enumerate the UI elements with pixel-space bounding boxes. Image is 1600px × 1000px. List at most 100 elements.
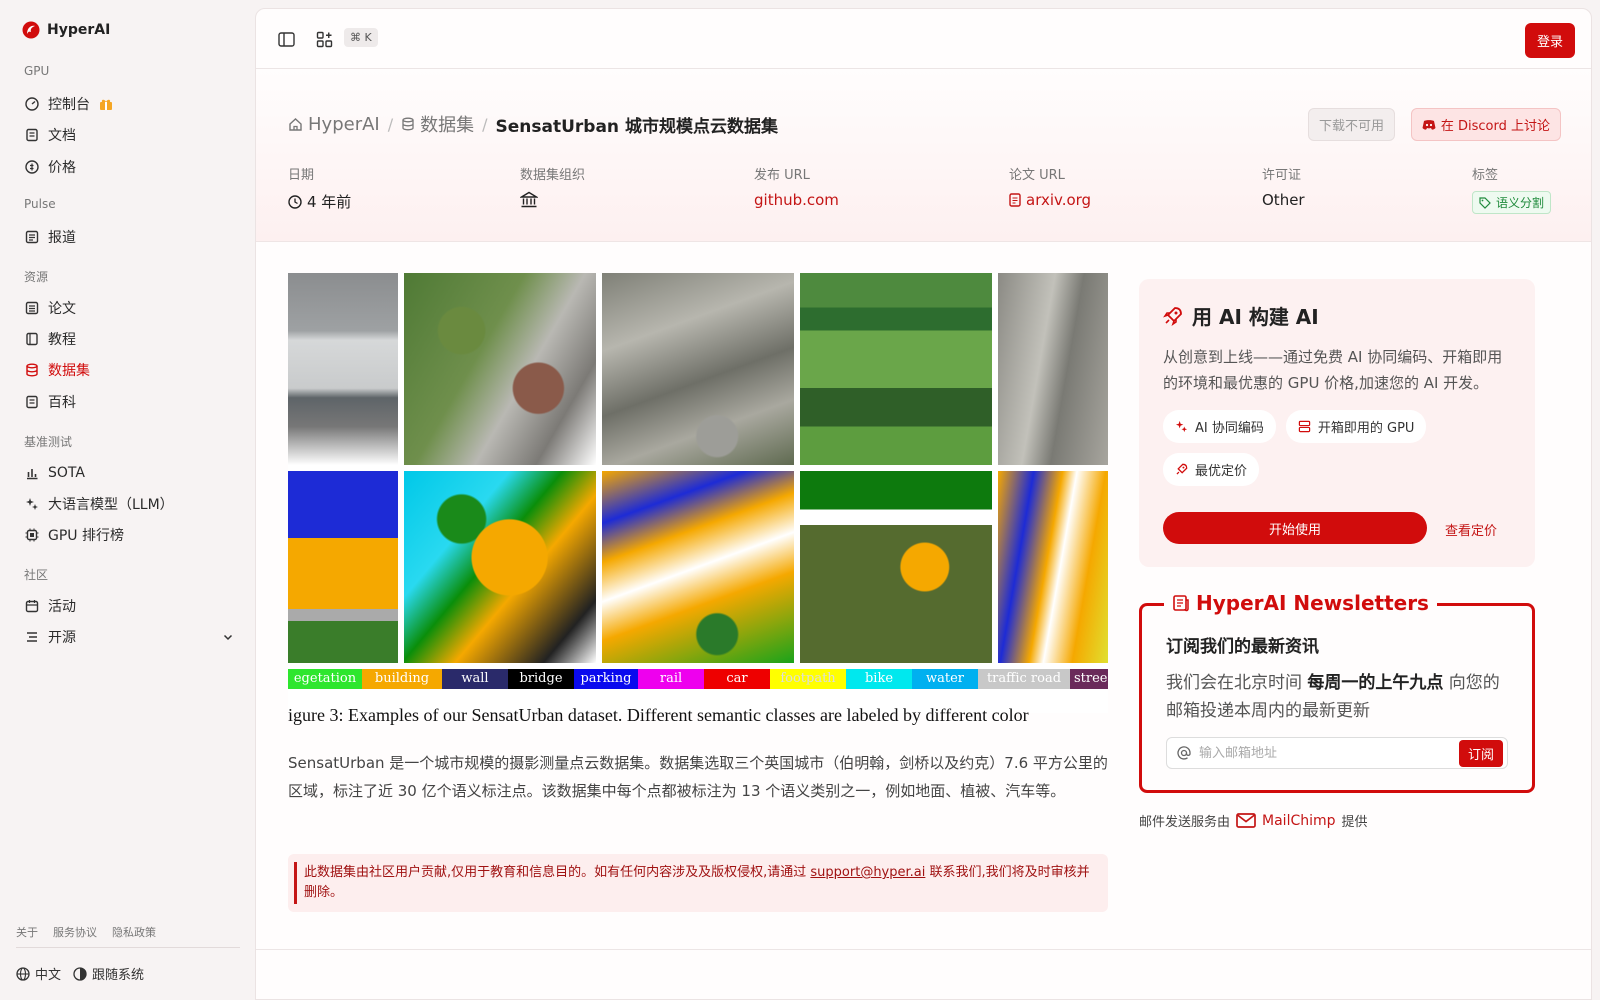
- page-title: SensatUrban 城市规模点云数据集: [495, 116, 778, 137]
- aerial-photo: [602, 273, 794, 465]
- release-url-link[interactable]: github.com: [754, 191, 839, 209]
- mail-icon: [1236, 813, 1256, 828]
- institution-icon[interactable]: [520, 191, 538, 208]
- figure-grid: [288, 273, 1108, 663]
- login-button[interactable]: 登录: [1524, 23, 1575, 58]
- sidebar-item-sota[interactable]: SOTA: [24, 460, 234, 486]
- sidebar-item-label: 论文: [48, 301, 76, 317]
- breadcrumb: HyperAI / 数据集 / SensatUrban 城市规模点云数据集: [288, 111, 778, 137]
- sidebar-item-label: 价格: [48, 160, 76, 176]
- download-button[interactable]: 下载不可用: [1307, 108, 1395, 141]
- sidebar-item-opensource[interactable]: 开源: [24, 624, 234, 650]
- newsletter-title: HyperAI Newsletters: [1164, 591, 1437, 615]
- sidebar-item-pricing[interactable]: 价格: [24, 154, 234, 180]
- server-icon: [1298, 420, 1311, 433]
- meta-tags: 标签 语义分割: [1472, 164, 1552, 214]
- tag-icon: [1479, 196, 1491, 209]
- notice-text: 此数据集由社区用户贡献,仅用于教育和信息目的。如有任何内容涉及及版权侵权,请通过: [304, 865, 811, 880]
- sidebar-item-label: 开源: [48, 630, 76, 646]
- sidebar-item-news[interactable]: 报道: [24, 224, 234, 250]
- sidebar-item-docs[interactable]: 文档: [24, 122, 234, 148]
- sidebar-item-label: 大语言模型（LLM）: [48, 497, 174, 513]
- sidebar-item-label: 百科: [48, 395, 76, 411]
- discord-button-label: 在 Discord 上讨论: [1440, 119, 1550, 134]
- breadcrumb-home[interactable]: HyperAI: [288, 114, 380, 135]
- feature-chip: 开箱即用的 GPU: [1285, 410, 1427, 443]
- sidebar-item-label: 教程: [48, 332, 76, 348]
- segmentation-map: [602, 471, 794, 663]
- locale-row: 中文 跟随系统: [16, 964, 150, 983]
- sidebar-item-llm[interactable]: 大语言模型（LLM）: [24, 491, 234, 517]
- breadcrumb-datasets[interactable]: 数据集: [401, 111, 474, 137]
- price-icon: [24, 160, 39, 175]
- sidebar-item-gpu-leaderboard[interactable]: GPU 排行榜: [24, 522, 234, 548]
- legend-item: bike: [846, 669, 912, 689]
- tag-badge[interactable]: 语义分割: [1472, 191, 1552, 214]
- feature-chips: AI 协同编码 开箱即用的 GPU 最优定价: [1163, 410, 1463, 486]
- sidebar-footer-links: 关于 服务协议 隐私政策: [16, 924, 156, 940]
- language-label: 中文: [35, 968, 62, 983]
- top-bar: ⌘ K 登录: [256, 9, 1591, 69]
- dashboard-icon: [24, 97, 39, 112]
- sidebar-item-wiki[interactable]: 百科: [24, 389, 234, 415]
- breadcrumb-separator: /: [482, 114, 488, 134]
- news-icon: [24, 230, 39, 245]
- about-link[interactable]: 关于: [16, 924, 38, 940]
- sidebar-item-console[interactable]: 控制台: [24, 91, 234, 117]
- sidebar-item-label: 活动: [48, 599, 76, 615]
- database-icon: [401, 117, 415, 131]
- license-value: Other: [1262, 191, 1305, 209]
- meta-label: 许可证: [1262, 168, 1302, 183]
- home-icon: [288, 117, 303, 132]
- privacy-link[interactable]: 隐私政策: [112, 924, 156, 940]
- brand-name: HyperAI: [47, 22, 111, 38]
- sparkle-icon: [24, 497, 39, 512]
- ai-card-title: 用 AI 构建 AI: [1163, 301, 1511, 330]
- subscribe-button[interactable]: 订阅: [1458, 739, 1503, 767]
- sidebar-item-tutorials[interactable]: 教程: [24, 326, 234, 352]
- meta-license: 许可证 Other: [1262, 164, 1305, 209]
- meta-value: 4 年前: [288, 191, 351, 212]
- meta-label: 数据集组织: [520, 168, 586, 183]
- segmentation-map: [998, 471, 1108, 663]
- gift-icon: [99, 97, 113, 111]
- mail-note-text: 提供: [1341, 815, 1368, 830]
- terms-link[interactable]: 服务协议: [53, 924, 97, 940]
- discord-button[interactable]: 在 Discord 上讨论: [1410, 108, 1561, 141]
- sidebar-item-events[interactable]: 活动: [24, 593, 234, 619]
- figure-caption: igure 3: Examples of our SensatUrban dat…: [288, 705, 1029, 725]
- sparkle-icon: [1175, 420, 1188, 433]
- copyright-notice: 此数据集由社区用户贡献,仅用于教育和信息目的。如有任何内容涉及及版权侵权,请通过…: [288, 854, 1108, 912]
- meta-paper-url: 论文 URL arxiv.org: [1009, 164, 1091, 209]
- newsletter-subtitle: 订阅我们的最新资讯: [1166, 637, 1319, 657]
- view-pricing-link[interactable]: 查看定价: [1445, 520, 1497, 539]
- sidebar: HyperAI GPU 控制台 文档 价格 Pulse 报道 资源 论文 教程 …: [0, 0, 255, 1000]
- calendar-icon: [24, 599, 39, 614]
- theme-switcher[interactable]: 跟随系统: [73, 964, 144, 983]
- apps-icon[interactable]: [314, 29, 334, 49]
- ai-card-description: 从创意到上线——通过免费 AI 协同编码、开箱即用的环境和最优惠的 GPU 价格…: [1163, 348, 1503, 392]
- paper-url-link[interactable]: arxiv.org: [1009, 191, 1091, 209]
- legend-item: footpath: [770, 669, 846, 689]
- discord-icon: [1422, 119, 1436, 131]
- email-input[interactable]: [1199, 745, 1459, 761]
- brand-logo[interactable]: HyperAI: [22, 21, 110, 39]
- mailchimp-link[interactable]: MailChimp: [1262, 813, 1336, 829]
- file-icon: [1009, 193, 1021, 207]
- feature-chip: 最优定价: [1163, 453, 1260, 486]
- search-shortcut[interactable]: ⌘ K: [344, 28, 378, 47]
- get-started-button[interactable]: 开始使用: [1163, 512, 1427, 544]
- support-email-link[interactable]: support@hyper.ai: [810, 865, 925, 880]
- language-switcher[interactable]: 中文: [16, 964, 61, 983]
- segmentation-map: [288, 471, 398, 663]
- hyperai-logo-icon: [22, 21, 40, 39]
- clock-icon: [288, 194, 302, 209]
- email-subscribe-row: 订阅: [1166, 737, 1508, 769]
- chevron-down-icon[interactable]: [222, 631, 234, 643]
- sidebar-item-datasets[interactable]: 数据集: [24, 357, 234, 383]
- aerial-photo: [800, 273, 992, 465]
- sidebar-toggle-icon[interactable]: [276, 29, 296, 49]
- tutorial-icon: [24, 332, 39, 347]
- nav-section-community: 社区: [24, 568, 49, 582]
- sidebar-item-papers[interactable]: 论文: [24, 295, 234, 321]
